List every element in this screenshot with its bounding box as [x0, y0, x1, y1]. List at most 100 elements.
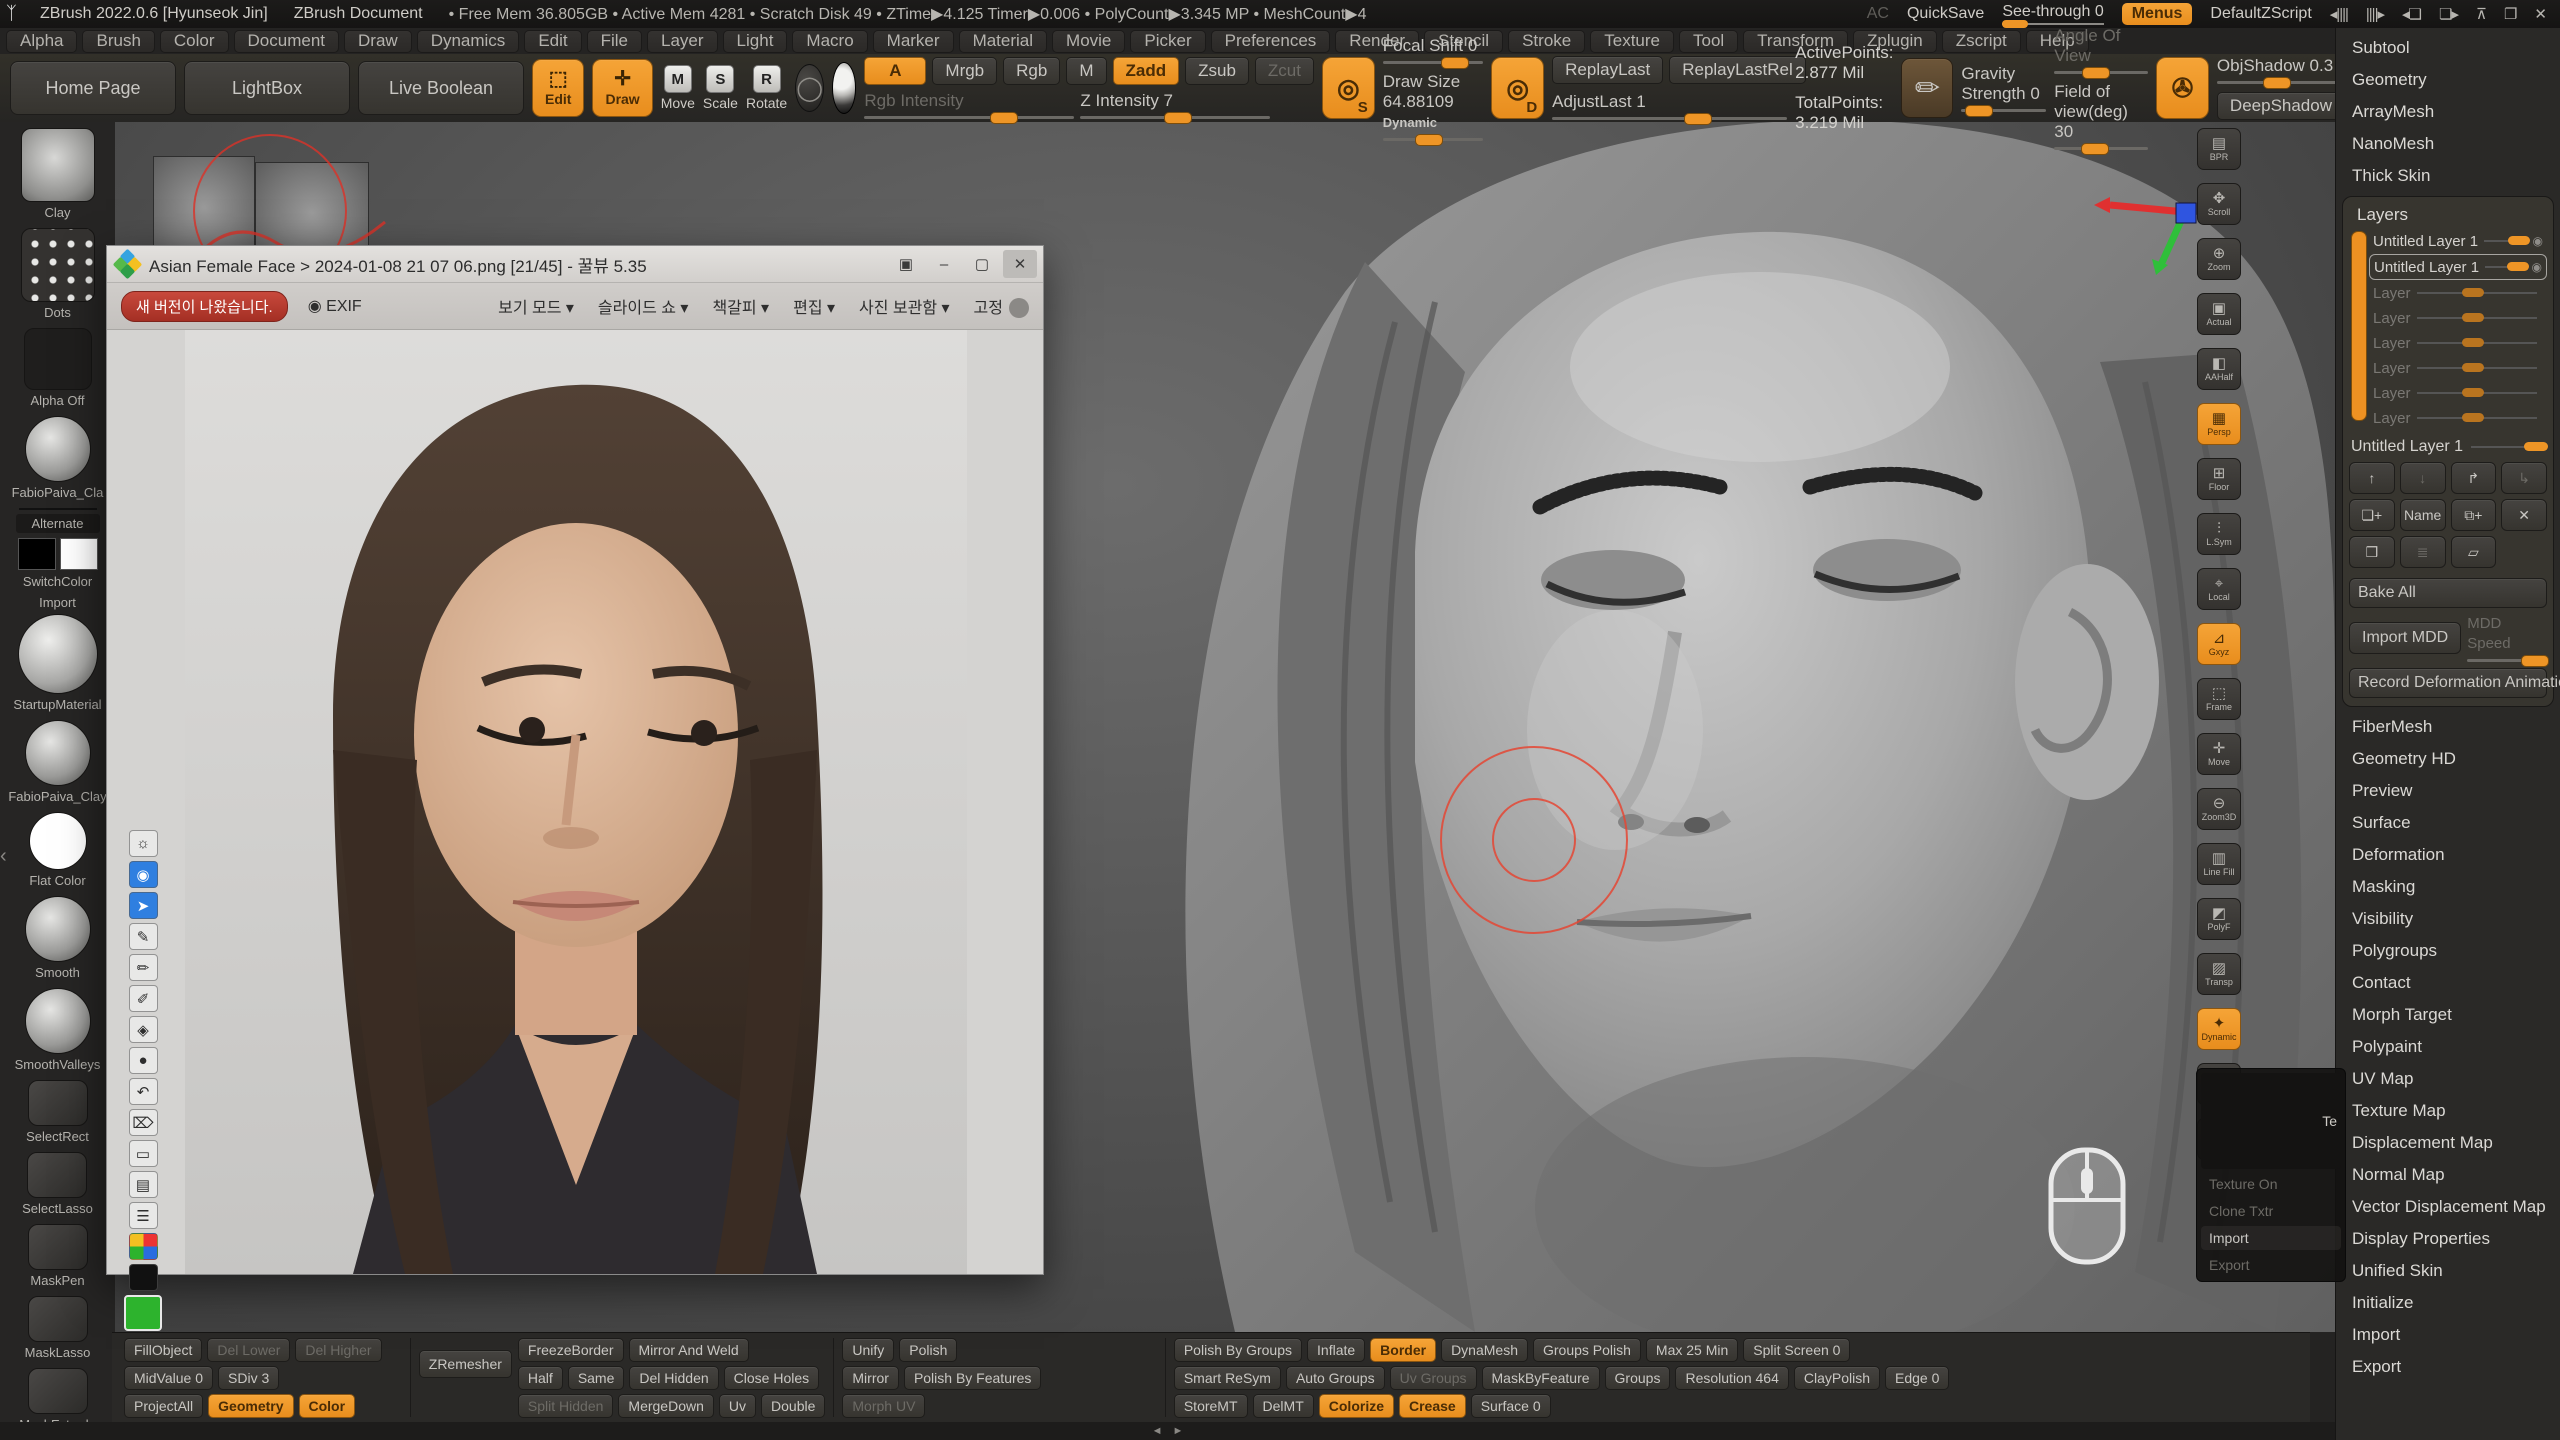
bottom-button[interactable]: Surface 0	[1471, 1394, 1551, 1418]
texture-fabiopaiva-thumb[interactable]: FabioPaiva_Cla	[12, 416, 104, 500]
bottom-button[interactable]: FreezeBorder	[518, 1338, 624, 1362]
bottom-button[interactable]: ClayPolish	[1794, 1366, 1880, 1390]
pencil-icon[interactable]: ✏	[129, 954, 158, 981]
layer-name-slider[interactable]: Untitled Layer 1	[2351, 438, 2545, 456]
brush-maskpen-thumb[interactable]: MaskPen	[28, 1224, 88, 1288]
exif-button[interactable]: ◉ EXIF	[308, 296, 362, 316]
replay-last-button[interactable]: ReplayLast	[1552, 56, 1663, 84]
bottom-button[interactable]: Border	[1370, 1338, 1436, 1362]
bottom-button[interactable]: MaskByFeature	[1482, 1366, 1600, 1390]
live-boolean-button[interactable]: Live Boolean	[358, 61, 524, 115]
brush-masklasso-thumb[interactable]: MaskLasso	[25, 1296, 91, 1360]
zsub-button[interactable]: Zsub	[1185, 57, 1249, 85]
menu-item[interactable]: Edit	[524, 30, 581, 53]
layer-branch-button[interactable]: ↳	[2501, 462, 2547, 494]
tray-collapse-arrow[interactable]: ‹	[0, 845, 7, 868]
m-button[interactable]: M	[1066, 57, 1106, 85]
bottom-button[interactable]: Max 25 Min	[1646, 1338, 1738, 1362]
color-picker[interactable]	[19, 508, 97, 510]
pin-toggle[interactable]: 고정	[974, 294, 1029, 319]
window-close-icon[interactable]: ✕	[2534, 5, 2546, 23]
tool-palette-header[interactable]: Masking	[2336, 871, 2560, 903]
merge-down-button[interactable]: ❒	[2349, 536, 2395, 568]
tool-palette-header[interactable]: Preview	[2336, 775, 2560, 807]
brush-selectrect-thumb[interactable]: SelectRect	[26, 1080, 89, 1144]
bottom-button[interactable]: Uv Groups	[1390, 1366, 1477, 1390]
texture-flyout-item[interactable]: Export	[2201, 1253, 2341, 1277]
tool-palette-header[interactable]: Polypaint	[2336, 1031, 2560, 1063]
edit-menu[interactable]: 편집 ▾	[793, 294, 835, 318]
focal-shift-slider[interactable]: Focal Shift 0	[1383, 36, 1484, 64]
import-color-button[interactable]: Import	[39, 595, 76, 610]
layer-row[interactable]: Layer ●◉	[2369, 331, 2547, 355]
bottom-button[interactable]: Inflate	[1307, 1338, 1365, 1362]
brush-smoothvalleys-thumb[interactable]: SmoothValleys	[15, 988, 101, 1072]
tool-palette-header[interactable]: Deformation	[2336, 839, 2560, 871]
replay-last-rel-button[interactable]: ReplayLastRel	[1669, 56, 1806, 84]
layer-row[interactable]: Untitled Layer 1 ●◉	[2369, 254, 2547, 280]
import-mdd-button[interactable]: Import MDD	[2349, 622, 2461, 654]
texture-thumbnail-box[interactable]: Te	[2201, 1073, 2341, 1169]
bookmark-menu[interactable]: 책갈피 ▾	[712, 294, 769, 318]
scroll-right-icon[interactable]: ►	[1173, 1425, 1184, 1437]
tool-palette-header[interactable]: UV Map	[2336, 1063, 2560, 1095]
field-of-view-slider[interactable]: Field of view(deg) 30	[2054, 82, 2148, 150]
bottom-button[interactable]: Auto Groups	[1286, 1366, 1385, 1390]
undo-icon[interactable]: ↶	[129, 1078, 158, 1105]
angle-of-view-slider[interactable]: Angle Of View	[2054, 26, 2148, 74]
brush-selectlasso-thumb[interactable]: SelectLasso	[22, 1152, 93, 1216]
viewer-close-icon[interactable]: ✕	[1003, 250, 1037, 278]
bottom-button[interactable]: SDiv 3	[218, 1366, 279, 1390]
tool-palette-header[interactable]: Export	[2336, 1351, 2560, 1383]
bottom-button[interactable]: MergeDown	[618, 1394, 713, 1418]
shape-icon[interactable]: ◈	[129, 1016, 158, 1043]
bottom-button[interactable]: Same	[568, 1366, 625, 1390]
material-current-thumb[interactable]: StartupMaterial	[13, 614, 101, 712]
lsym-button[interactable]: ⫶ L.Sym	[2197, 513, 2241, 555]
bottom-button[interactable]: Resolution 464	[1675, 1366, 1788, 1390]
z-intensity-slider[interactable]: Z Intensity 7	[1080, 91, 1270, 119]
tool-palette-header[interactable]: Subtool	[2336, 32, 2560, 64]
menu-item[interactable]: Color	[160, 30, 229, 53]
menu-item[interactable]: Light	[723, 30, 788, 53]
zadd-button[interactable]: Zadd	[1113, 57, 1180, 85]
texture-flyout-item[interactable]: Import	[2201, 1226, 2341, 1250]
bottom-button[interactable]: Geometry	[208, 1394, 293, 1418]
viewer-minimize-icon[interactable]: –	[927, 250, 961, 278]
move-mode-button[interactable]: M Move	[661, 60, 695, 116]
layer-row[interactable]: Layer ●◉	[2369, 381, 2547, 405]
pen-icon[interactable]: ✎	[129, 923, 158, 950]
menu-item[interactable]: Layer	[647, 30, 718, 53]
bottom-button[interactable]: Split Screen 0	[1743, 1338, 1850, 1362]
bottom-button[interactable]: Del Lower	[207, 1338, 290, 1362]
bottom-button[interactable]: Color	[299, 1394, 356, 1418]
tray-divider-left-icon[interactable]: ◂||||	[2330, 5, 2348, 23]
polyf-button[interactable]: ◩ PolyF	[2197, 898, 2241, 940]
bottom-button[interactable]: DelMT	[1253, 1394, 1314, 1418]
bottom-button[interactable]: Double	[761, 1394, 825, 1418]
switch-color-button[interactable]: SwitchColor	[23, 574, 92, 589]
zremesher-button[interactable]: ZRemesher	[419, 1350, 512, 1378]
lazy-mouse-pencil-button[interactable]: ✏	[1901, 58, 1953, 118]
layer-row[interactable]: Untitled Layer 1 ●◉	[2369, 229, 2547, 253]
adjust-last-slider[interactable]: AdjustLast 1	[1552, 92, 1787, 120]
obj-shadow-slider[interactable]: ObjShadow 0.3	[2217, 56, 2345, 84]
bottom-button[interactable]: Mirror	[842, 1366, 899, 1390]
transp-button[interactable]: ▨ Transp	[2197, 953, 2241, 995]
tool-palette-header[interactable]: Thick Skin	[2336, 160, 2560, 192]
default-zscript-button[interactable]: DefaultZScript	[2210, 5, 2311, 23]
linefill-button[interactable]: ▥ Line Fill	[2197, 843, 2241, 885]
mrgb-button[interactable]: Mrgb	[932, 57, 997, 85]
tray-divider-right-icon[interactable]: ||||▸	[2366, 5, 2384, 23]
new-version-badge[interactable]: 새 버전이 나왔습니다.	[121, 291, 288, 322]
material-flat-color-thumb[interactable]: Flat Color	[29, 812, 87, 888]
bottom-button[interactable]: StoreMT	[1174, 1394, 1248, 1418]
viewer-maximize-icon[interactable]: ▢	[965, 250, 999, 278]
ac-toggle[interactable]: AC	[1867, 5, 1889, 23]
mdd-speed-slider[interactable]: MDD Speed	[2467, 614, 2547, 662]
aahalf-button[interactable]: ◧ AAHalf	[2197, 348, 2241, 390]
library-menu[interactable]: 사진 보관함 ▾	[859, 294, 950, 318]
tool-palette-header[interactable]: Morph Target	[2336, 999, 2560, 1031]
layer-folder-button[interactable]: ▱	[2451, 536, 2497, 568]
layer-eye-icon[interactable]: ◉	[2533, 234, 2543, 248]
